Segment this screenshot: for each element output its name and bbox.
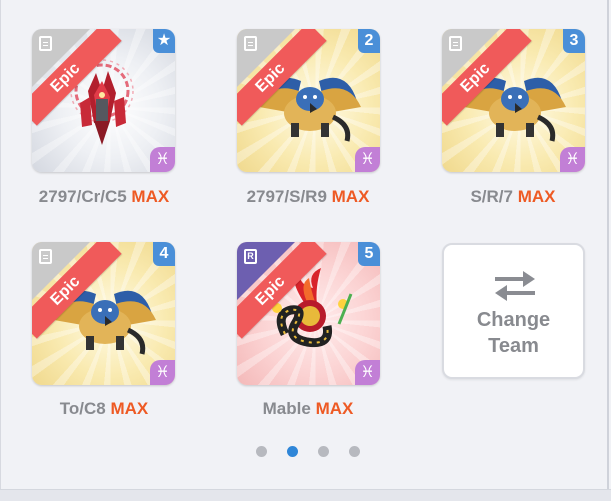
- rare-letter-icon: R: [244, 249, 257, 264]
- book-icon: [449, 36, 462, 51]
- card-label-3: S/R/7 MAX: [470, 187, 556, 206]
- slot-number-badge: 3: [563, 29, 585, 53]
- swap-arrows-icon: [495, 271, 535, 301]
- monster-card-4[interactable]: Epic 4 ♓: [32, 242, 175, 385]
- card-label-2: 2797/S/R9 MAX: [246, 187, 370, 206]
- star-badge: ★: [153, 29, 175, 53]
- bottom-edge: [0, 489, 611, 501]
- change-team-label-line2: Team: [488, 335, 539, 357]
- pisces-icon: ♓: [355, 147, 380, 172]
- monster-card-2[interactable]: Epic 2 ♓: [237, 29, 380, 172]
- page-dot-3[interactable]: [318, 446, 329, 457]
- monster-card-1[interactable]: Epic ★ ♓: [32, 29, 175, 172]
- slot-number-badge: 2: [358, 29, 380, 53]
- change-team-label-line1: Change: [476, 309, 551, 331]
- pisces-icon: ♓: [150, 360, 175, 385]
- page-dot-1[interactable]: [256, 446, 267, 457]
- pisces-icon: ♓: [150, 147, 175, 172]
- card-label-1: 2797/Cr/C5 MAX: [38, 187, 170, 206]
- pisces-icon: ♓: [355, 360, 380, 385]
- card-label-5: Mable MAX: [262, 399, 354, 418]
- book-icon: [39, 36, 52, 51]
- monster-card-5[interactable]: R Epic 5 ♓: [237, 242, 380, 385]
- change-team-button[interactable]: Change Team: [442, 243, 585, 379]
- slot-number-badge: 4: [153, 242, 175, 266]
- pisces-icon: ♓: [560, 147, 585, 172]
- pagination-dots: [256, 446, 366, 458]
- book-icon: [39, 249, 52, 264]
- monster-card-3[interactable]: Epic 3 ♓: [442, 29, 585, 172]
- page-dot-2-active[interactable]: [287, 446, 298, 457]
- slot-number-badge: 5: [358, 242, 380, 266]
- page-dot-4[interactable]: [349, 446, 360, 457]
- book-icon: [244, 36, 257, 51]
- card-label-4: To/C8 MAX: [59, 399, 149, 418]
